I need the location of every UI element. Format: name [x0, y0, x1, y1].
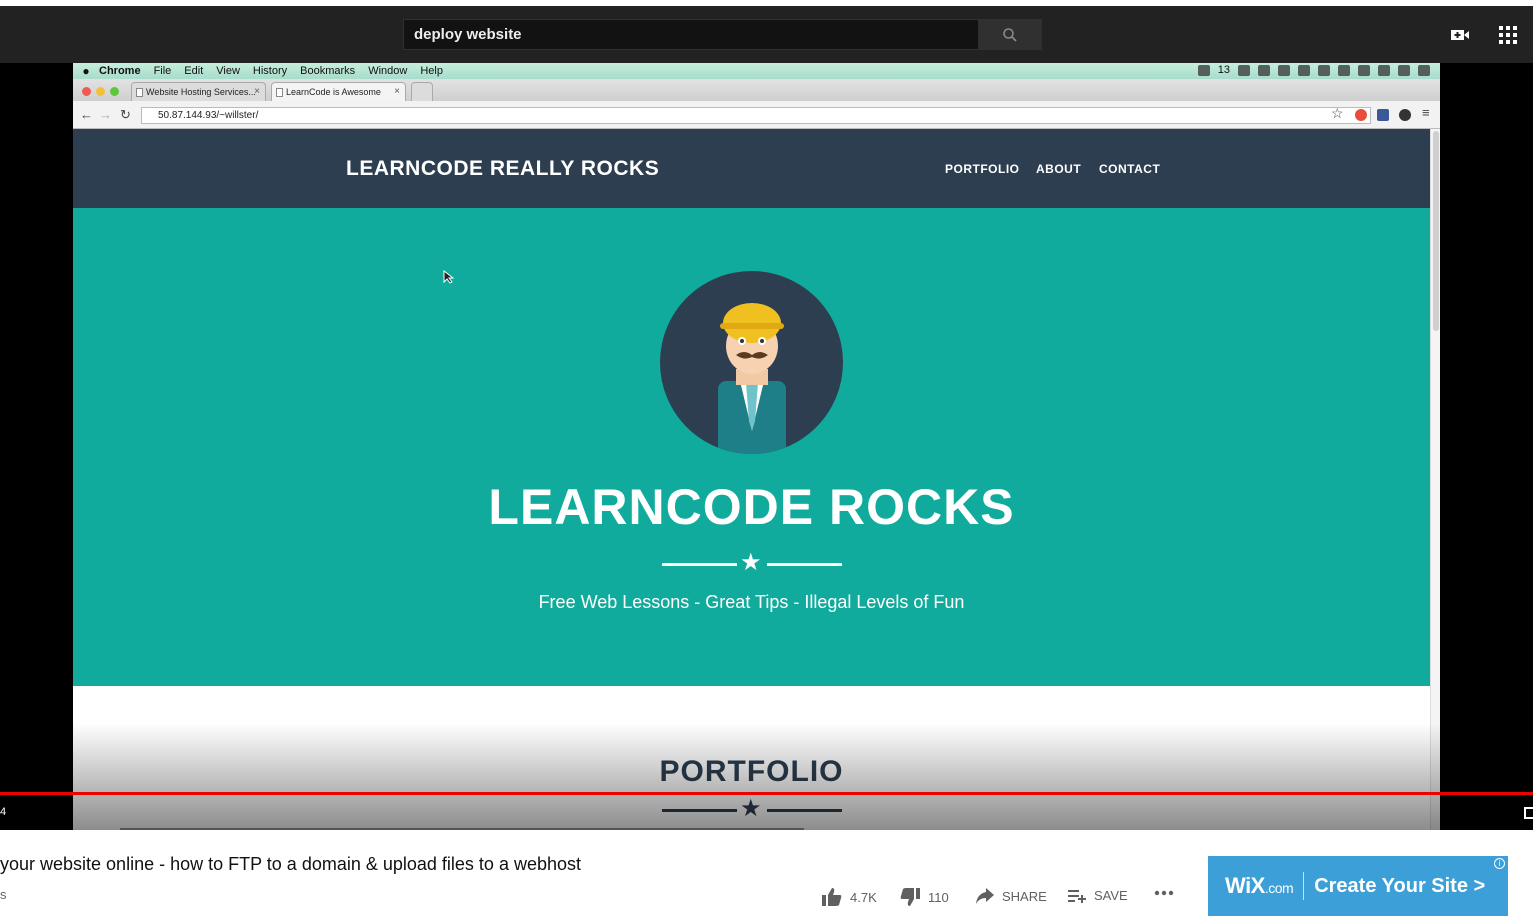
search-input[interactable]: deploy website: [403, 19, 979, 50]
star-divider: ★: [662, 797, 842, 823]
fullscreen-icon[interactable]: [1524, 807, 1533, 819]
star-icon: ★: [740, 549, 762, 576]
create-video-icon[interactable]: [1449, 24, 1471, 46]
progress-bar[interactable]: [0, 792, 1533, 795]
save-button[interactable]: SAVE: [1068, 888, 1128, 903]
ad-divider: [1303, 872, 1305, 900]
like-button[interactable]: 4.7K: [822, 888, 877, 906]
status-icon: [1197, 64, 1210, 76]
star-divider: ★: [662, 551, 842, 577]
menu-item-help: Help: [420, 65, 443, 77]
menu-item-history: History: [252, 65, 288, 77]
site-navbar: LEARNCODE REALLY ROCKS PORTFOLIO ABOUT C…: [73, 129, 1430, 208]
back-icon[interactable]: ←: [80, 107, 93, 122]
tab-hosting[interactable]: Website Hosting Services... ×: [131, 82, 266, 101]
address-bar[interactable]: 50.87.144.93/~willster/: [141, 107, 1371, 124]
scrollbar-thumb[interactable]: [1433, 131, 1439, 331]
chrome-menu-icon[interactable]: ≡: [1422, 105, 1430, 120]
chrome-toolbar: ← → ↻ 50.87.144.93/~willster/ ☆ ≡: [73, 101, 1440, 129]
list-icon: [1418, 64, 1430, 76]
hero-title: LEARNCODE ROCKS: [488, 479, 1015, 535]
video-player[interactable]: ● Chrome File Edit View History Bookmark…: [0, 63, 1533, 830]
recorded-screen: ● Chrome File Edit View History Bookmark…: [73, 63, 1440, 830]
extension-icon[interactable]: [1355, 109, 1367, 121]
menu-item-file: File: [153, 65, 172, 77]
chrome-tabstrip: Website Hosting Services... × LearnCode …: [73, 79, 1440, 101]
close-tab-icon[interactable]: ×: [254, 86, 260, 97]
site-brand[interactable]: LEARNCODE REALLY ROCKS: [346, 157, 659, 181]
status-icon: [1298, 64, 1310, 76]
share-button[interactable]: SHARE: [976, 888, 1047, 904]
youtube-page: deploy website ● Chrome File Edit View H…: [0, 0, 1533, 916]
construction-worker-illustration: [718, 303, 786, 454]
mac-menu-bar: ● Chrome File Edit View History Bookmark…: [73, 63, 1440, 79]
star-icon: ★: [740, 795, 762, 822]
menu-item-chrome: Chrome: [99, 65, 141, 77]
more-actions-icon[interactable]: [1154, 890, 1174, 896]
nav-link-portfolio[interactable]: PORTFOLIO: [945, 162, 1020, 176]
search-icon: [1003, 27, 1017, 42]
page-scrollbar[interactable]: [1430, 129, 1440, 830]
favicon-icon: [136, 88, 143, 97]
forward-icon[interactable]: →: [99, 107, 112, 122]
tab-label: Website Hosting Services...: [146, 87, 256, 97]
video-title: your website online - how to FTP to a do…: [0, 854, 581, 874]
battery-icon: [1378, 64, 1390, 76]
wix-ad-banner[interactable]: WiX.com Create Your Site > i: [1208, 856, 1508, 916]
menu-item-window: Window: [368, 65, 408, 77]
nav-link-contact[interactable]: CONTACT: [1099, 162, 1160, 176]
like-count: 4.7K: [850, 889, 877, 905]
site-hero: LEARNCODE ROCKS ★ Free Web Lessons - Gre…: [73, 208, 1430, 686]
share-icon: [976, 888, 994, 904]
dislike-count: 110: [928, 889, 949, 905]
video-info: your website online - how to FTP to a do…: [0, 830, 1533, 916]
new-tab-button[interactable]: [411, 82, 433, 101]
youtube-header: deploy website: [0, 6, 1533, 63]
extension-icon[interactable]: [1377, 109, 1389, 121]
thumbs-up-icon: [822, 888, 842, 906]
ad-cta[interactable]: Create Your Site >: [1314, 875, 1485, 898]
playlist-add-icon: [1068, 889, 1086, 903]
apps-grid-icon[interactable]: [1497, 24, 1519, 46]
close-window-icon[interactable]: [82, 87, 91, 96]
tab-learncode[interactable]: LearnCode is Awesome ×: [271, 82, 406, 101]
mac-status-icons: 13: [1197, 64, 1430, 76]
status-icon: [1238, 64, 1250, 76]
search-button[interactable]: [978, 19, 1042, 50]
menu-item-bookmarks: Bookmarks: [300, 65, 356, 77]
nav-link-about[interactable]: ABOUT: [1036, 162, 1081, 176]
zoom-window-icon[interactable]: [110, 87, 119, 96]
apple-icon: ●: [82, 64, 90, 78]
status-icon: [1278, 64, 1290, 76]
avatar: [660, 271, 843, 454]
favicon-icon: [276, 88, 283, 97]
share-label: SHARE: [1002, 888, 1047, 904]
portfolio-heading: PORTFOLIO: [659, 755, 844, 788]
status-icon: [1318, 64, 1330, 76]
view-count: s: [0, 887, 7, 902]
spotlight-icon: [1398, 64, 1410, 76]
save-label: SAVE: [1094, 888, 1128, 903]
window-controls: [82, 87, 119, 96]
thumbs-down-icon: [900, 888, 920, 906]
wix-logo: WiX.com: [1225, 873, 1294, 898]
dislike-button[interactable]: 110: [900, 888, 949, 906]
close-tab-icon[interactable]: ×: [394, 86, 400, 97]
reload-icon[interactable]: ↻: [120, 107, 131, 123]
status-icon: [1258, 64, 1270, 76]
wifi-icon: [1338, 64, 1350, 76]
menu-item-view: View: [216, 65, 240, 77]
extension-icon[interactable]: [1399, 109, 1411, 121]
status-count: 13: [1217, 64, 1230, 76]
volume-icon: [1358, 64, 1370, 76]
minimize-window-icon[interactable]: [96, 87, 105, 96]
bookmark-star-icon[interactable]: ☆: [1331, 105, 1344, 122]
hero-subtitle: Free Web Lessons - Great Tips - Illegal …: [538, 592, 965, 612]
time-display: 4: [0, 806, 7, 818]
ad-info-icon[interactable]: i: [1494, 858, 1505, 869]
tab-label: LearnCode is Awesome: [286, 87, 381, 97]
menu-item-edit: Edit: [184, 65, 204, 77]
mouse-cursor-icon: [443, 270, 455, 284]
